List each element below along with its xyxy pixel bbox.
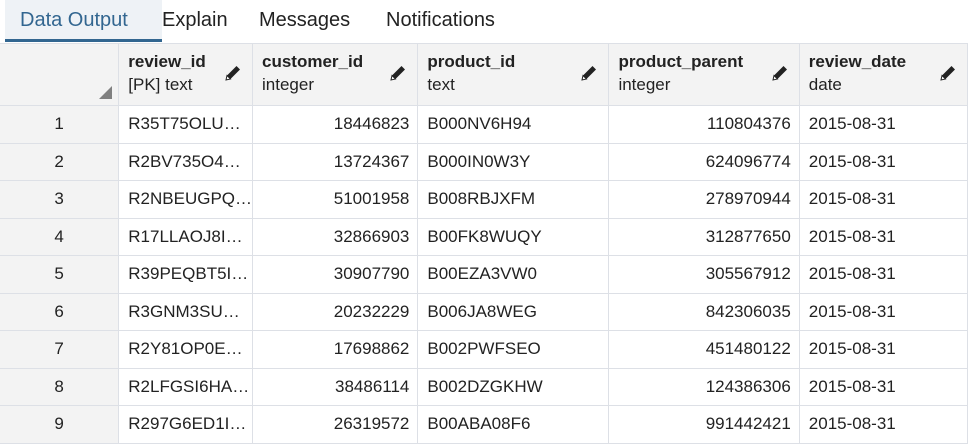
cell-review-date[interactable]: 2015-08-31 — [799, 368, 968, 406]
tab-notifications[interactable]: Notifications — [386, 0, 495, 40]
table-row[interactable]: 4 R17LLAOJ8I… 32866903 B00FK8WUQY 312877650 2… — [0, 218, 968, 256]
results-table: review_id [PK] text customer_id integer … — [0, 44, 968, 444]
row-number[interactable]: 7 — [0, 330, 120, 369]
cell-product-id[interactable]: B000IN0W3Y — [417, 143, 610, 181]
cell-review-date[interactable]: 2015-08-31 — [799, 180, 968, 219]
cell-product-id[interactable]: B00EZA3VW0 — [417, 255, 610, 294]
row-number[interactable]: 6 — [0, 293, 120, 331]
cell-review-id[interactable]: R2LFGSI6HA… — [118, 368, 254, 406]
cell-product-parent[interactable]: 312877650 — [608, 218, 800, 256]
table-row[interactable]: 9 R297G6ED1I… 26319572 B00ABA08F6 991442421 2… — [0, 405, 968, 444]
cell-review-date[interactable]: 2015-08-31 — [799, 143, 968, 181]
cell-customer-id[interactable]: 20232229 — [252, 293, 419, 331]
column-header-customer-id[interactable]: customer_id integer — [252, 44, 419, 106]
pencil-icon[interactable] — [389, 64, 407, 82]
row-number[interactable]: 4 — [0, 218, 120, 256]
cell-product-id[interactable]: B000NV6H94 — [417, 105, 610, 144]
cell-product-parent[interactable]: 451480122 — [608, 330, 800, 369]
cell-review-id[interactable]: R3GNM3SU… — [118, 293, 254, 331]
cell-product-parent[interactable]: 991442421 — [608, 405, 800, 444]
cell-customer-id[interactable]: 13724367 — [252, 143, 419, 181]
column-header-product-id[interactable]: product_id text — [417, 44, 610, 106]
result-tabs: Data Output Explain Messages Notificatio… — [0, 0, 968, 42]
row-number[interactable]: 2 — [0, 143, 120, 181]
column-header-review-id[interactable]: review_id [PK] text — [118, 44, 254, 106]
cell-customer-id[interactable]: 51001958 — [252, 180, 419, 219]
cell-customer-id[interactable]: 17698862 — [252, 330, 419, 369]
cell-product-parent[interactable]: 624096774 — [608, 143, 800, 181]
cell-product-id[interactable]: B006JA8WEG — [417, 293, 610, 331]
column-header-product-parent[interactable]: product_parent integer — [608, 44, 800, 106]
column-header-review-date[interactable]: review_date date — [799, 44, 968, 106]
tab-messages[interactable]: Messages — [259, 0, 350, 40]
select-all-cell[interactable] — [0, 44, 120, 106]
cell-review-date[interactable]: 2015-08-31 — [799, 330, 968, 369]
table-row[interactable]: 7 R2Y81OP0E… 17698862 B002PWFSEO 451480122 20… — [0, 330, 968, 369]
table-row[interactable]: 1 R35T75OLU… 18446823 B000NV6H94 110804376 20… — [0, 105, 968, 144]
cell-product-id[interactable]: B00FK8WUQY — [417, 218, 610, 256]
cell-product-id[interactable]: B00ABA08F6 — [417, 405, 610, 444]
cell-customer-id[interactable]: 38486114 — [252, 368, 419, 406]
table-row[interactable]: 8 R2LFGSI6HA… 38486114 B002DZGKHW 124386306 2… — [0, 368, 968, 406]
cell-review-id[interactable]: R2NBEUGPQ… — [118, 180, 254, 219]
cell-product-id[interactable]: B008RBJXFM — [417, 180, 610, 219]
cell-customer-id[interactable]: 32866903 — [252, 218, 419, 256]
cell-product-id[interactable]: B002DZGKHW — [417, 368, 610, 406]
cell-review-date[interactable]: 2015-08-31 — [799, 218, 968, 256]
row-number[interactable]: 5 — [0, 255, 120, 294]
pencil-icon[interactable] — [939, 64, 957, 82]
row-number[interactable]: 3 — [0, 180, 120, 219]
cell-product-parent[interactable]: 110804376 — [608, 105, 800, 144]
cell-product-parent[interactable]: 124386306 — [608, 368, 800, 406]
cell-review-id[interactable]: R297G6ED1I… — [118, 405, 254, 444]
table-body: 1 R35T75OLU… 18446823 B000NV6H94 110804376 20… — [0, 105, 968, 444]
tab-explain[interactable]: Explain — [162, 0, 228, 40]
pencil-icon[interactable] — [224, 64, 242, 82]
cell-review-date[interactable]: 2015-08-31 — [799, 293, 968, 331]
cell-review-date[interactable]: 2015-08-31 — [799, 105, 968, 144]
cell-product-parent[interactable]: 305567912 — [608, 255, 800, 294]
cell-product-parent[interactable]: 278970944 — [608, 180, 800, 219]
cell-customer-id[interactable]: 26319572 — [252, 405, 419, 444]
table-row[interactable]: 6 R3GNM3SU… 20232229 B006JA8WEG 842306035 201… — [0, 293, 968, 331]
cell-review-id[interactable]: R2BV735O4… — [118, 143, 254, 181]
cell-review-id[interactable]: R2Y81OP0E… — [118, 330, 254, 369]
cell-product-parent[interactable]: 842306035 — [608, 293, 800, 331]
data-grid: review_id [PK] text customer_id integer … — [0, 43, 968, 446]
table-row[interactable]: 5 R39PEQBT5I… 30907790 B00EZA3VW0 305567912 2… — [0, 255, 968, 294]
table-row[interactable]: 3 R2NBEUGPQ… 51001958 B008RBJXFM 278970944 20… — [0, 180, 968, 219]
table-row[interactable]: 2 R2BV735O4… 13724367 B000IN0W3Y 624096774 20… — [0, 143, 968, 181]
cell-customer-id[interactable]: 30907790 — [252, 255, 419, 294]
cell-review-id[interactable]: R17LLAOJ8I… — [118, 218, 254, 256]
cell-review-date[interactable]: 2015-08-31 — [799, 255, 968, 294]
cell-review-id[interactable]: R35T75OLU… — [118, 105, 254, 144]
pencil-icon[interactable] — [580, 64, 598, 82]
row-number[interactable]: 1 — [0, 105, 120, 144]
pencil-icon[interactable] — [771, 64, 789, 82]
cell-product-id[interactable]: B002PWFSEO — [417, 330, 610, 369]
row-number[interactable]: 8 — [0, 368, 120, 406]
tab-data-output[interactable]: Data Output — [5, 0, 162, 42]
select-all-corner-icon[interactable] — [99, 86, 113, 99]
cell-review-date[interactable]: 2015-08-31 — [799, 405, 968, 444]
cell-customer-id[interactable]: 18446823 — [252, 105, 419, 144]
row-number[interactable]: 9 — [0, 405, 120, 444]
header-row: review_id [PK] text customer_id integer … — [0, 44, 968, 106]
cell-review-id[interactable]: R39PEQBT5I… — [118, 255, 254, 294]
